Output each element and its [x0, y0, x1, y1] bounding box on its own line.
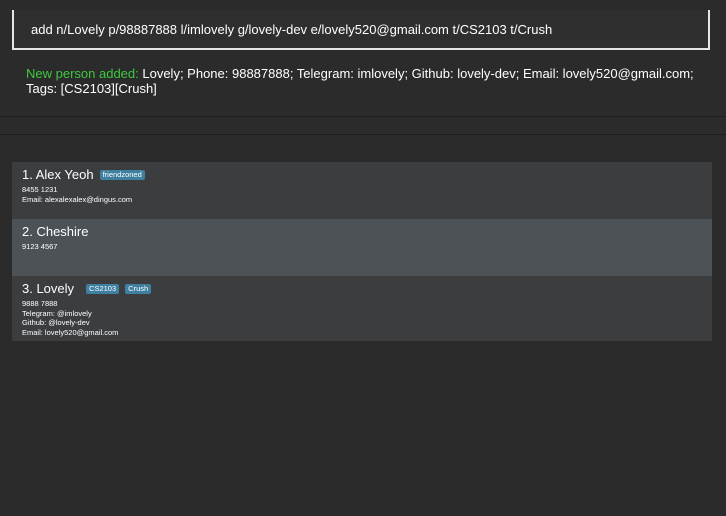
divider-bottom: [0, 134, 726, 135]
result-display: New person added: Lovely; Phone: 9888788…: [26, 66, 706, 96]
person-card-selected[interactable]: 2. Cheshire 9123 4567: [12, 219, 712, 276]
person-name: 1. Alex Yeoh: [22, 167, 94, 182]
person-card-header: 3. Lovely CS2103 Crush: [22, 281, 702, 296]
command-input-text[interactable]: add n/Lovely p/98887888 l/imlovely g/lov…: [31, 22, 552, 37]
person-email: Email: alexalexalex@dingus.com: [22, 194, 133, 204]
person-card-header: 1. Alex Yeoh friendzoned: [22, 167, 702, 182]
person-card-header: 2. Cheshire: [22, 224, 702, 239]
person-phone: 8455 1231: [22, 185, 58, 194]
tag-badge: friendzoned: [99, 169, 145, 180]
result-line-2: Tags: [CS2103][Crush]: [26, 81, 157, 96]
person-telegram: Telegram: @imlovely: [22, 308, 92, 318]
result-prefix: New person added:: [26, 66, 139, 81]
person-name: 3. Lovely: [22, 281, 75, 296]
person-phone: 9888 7888: [22, 299, 58, 308]
person-name: 2. Cheshire: [22, 224, 89, 239]
person-list: 1. Alex Yeoh friendzoned 8455 1231 Email…: [12, 162, 712, 341]
person-github: Github: @lovely-dev: [22, 318, 90, 327]
tag-badge: CS2103: [86, 283, 120, 294]
tag-badge: Crush: [125, 283, 152, 294]
person-card[interactable]: 1. Alex Yeoh friendzoned 8455 1231 Email…: [12, 162, 712, 219]
result-line-1: Lovely; Phone: 98887888; Telegram: imlov…: [138, 66, 694, 81]
person-phone: 9123 4567: [22, 242, 58, 251]
divider-top: [0, 116, 726, 117]
person-email: Email: lovely520@gmail.com: [22, 327, 119, 337]
command-box[interactable]: add n/Lovely p/98887888 l/imlovely g/lov…: [12, 10, 710, 50]
person-card[interactable]: 3. Lovely CS2103 Crush 9888 7888 Telegra…: [12, 276, 712, 341]
